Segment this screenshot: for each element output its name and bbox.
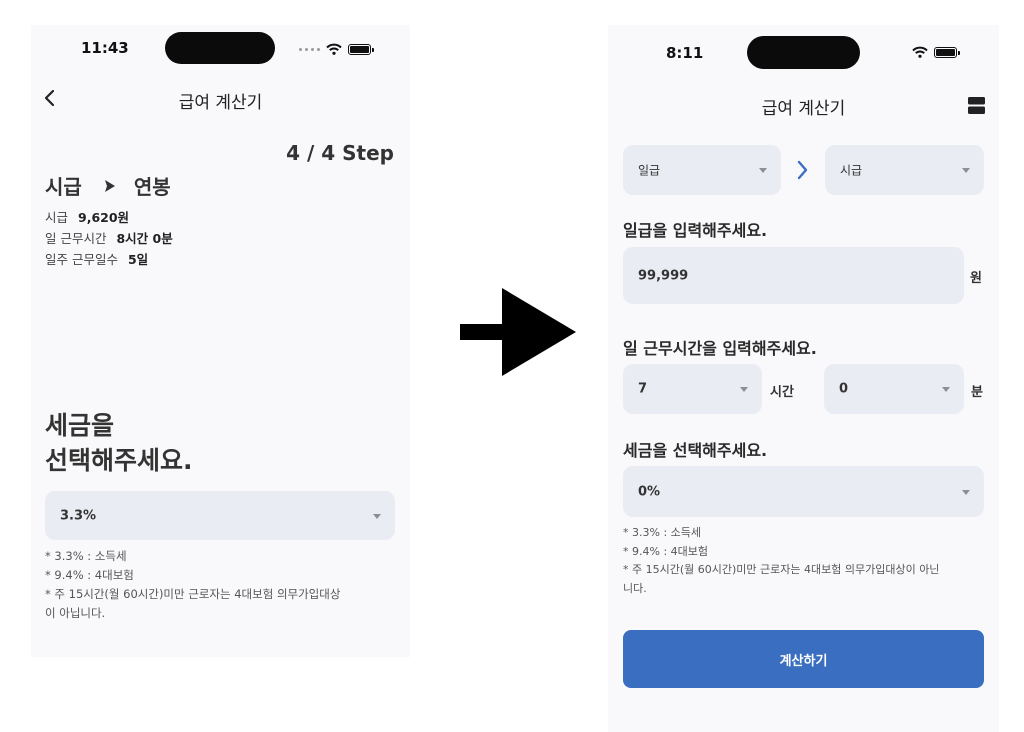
tax-heading: 세금을 선택해주세요.: [45, 408, 193, 478]
conversion-row: 시급 연봉: [45, 171, 171, 200]
note-line: 이 아닙니다.: [45, 606, 106, 620]
hours-unit: 시간: [770, 385, 794, 400]
tax-notes: * 3.3% : 소득세 * 9.4% : 4대보험 * 주 15시간(월 60…: [623, 524, 988, 598]
conversion-from: 시급: [45, 175, 82, 199]
minutes-select-value: 0: [839, 381, 849, 397]
step-indicator: 4 / 4 Step: [286, 141, 394, 165]
hours-select[interactable]: 7: [623, 364, 762, 414]
summary-label: 일 근무시간: [45, 231, 107, 246]
to-unit-value: 시급: [840, 163, 863, 178]
minutes-select[interactable]: 0: [824, 364, 964, 414]
caret-down-icon: [740, 387, 748, 392]
calculate-button[interactable]: 계산하기: [623, 630, 984, 688]
nav-title: 급여 계산기: [178, 93, 263, 113]
summary-row: 일주 근무일수 5일: [45, 249, 173, 270]
caret-down-icon: [942, 387, 950, 392]
tax-select[interactable]: 3.3%: [45, 491, 395, 540]
wage-unit: 원: [970, 271, 982, 286]
note-line: * 3.3% : 소득세: [623, 526, 702, 539]
wifi-icon: [326, 43, 342, 55]
battery-icon: [934, 46, 960, 58]
to-unit-select[interactable]: 시급: [825, 145, 984, 195]
tax-select[interactable]: 0%: [623, 466, 984, 517]
chevron-right-icon: [797, 160, 808, 180]
dynamic-island: [165, 32, 275, 64]
status-icons: [299, 43, 374, 55]
from-unit-value: 일급: [638, 163, 661, 178]
wage-input-value: 99,999: [638, 268, 689, 283]
hours-select-value: 7: [638, 381, 648, 397]
wage-input[interactable]: 99,999: [623, 247, 964, 304]
from-unit-select[interactable]: 일급: [623, 145, 781, 195]
wifi-icon: [912, 46, 928, 58]
status-time: 8:11: [666, 44, 704, 62]
note-line: * 3.3% : 소득세: [45, 549, 127, 563]
note-line: * 9.4% : 4대보험: [623, 544, 708, 558]
play-triangle-icon: [104, 179, 115, 192]
before-screen: 11:43 급여 계산기 4 / 4 Step 시급 연봉 시급 9,620원 …: [31, 25, 410, 657]
note-line: 니다.: [623, 581, 647, 595]
tax-prompt: 세금을 선택해주세요.: [623, 441, 768, 460]
signal-icon: [299, 47, 320, 51]
note-line: * 주 15시간(월 60시간)미만 근로자는 4대보험 의무가입대상: [45, 587, 341, 601]
tax-notes: * 3.3% : 소득세 * 9.4% : 4대보험 * 주 15시간(월 60…: [45, 547, 400, 623]
caret-down-icon: [373, 513, 381, 519]
after-screen: 8:11 급여 계산기 일급 시급 일급을 입력해주세요. 99,999 원 일…: [608, 25, 999, 732]
hours-prompt: 일 근무시간을 입력해주세요.: [623, 339, 817, 358]
battery-icon: [348, 43, 374, 55]
menu-icon[interactable]: [968, 97, 985, 114]
right-arrow-icon: [460, 288, 576, 376]
summary-value: 8시간 0분: [116, 231, 173, 246]
summary-row: 시급 9,620원: [45, 207, 173, 228]
wage-prompt: 일급을 입력해주세요.: [623, 221, 768, 240]
caret-down-icon: [962, 489, 970, 495]
caret-down-icon: [962, 168, 970, 173]
dynamic-island: [747, 36, 860, 69]
conversion-to: 연봉: [133, 175, 171, 199]
tax-heading-line: 선택해주세요.: [45, 446, 193, 475]
summary-value: 9,620원: [78, 210, 130, 225]
caret-down-icon: [759, 168, 767, 173]
summary-list: 시급 9,620원 일 근무시간 8시간 0분 일주 근무일수 5일: [45, 207, 173, 270]
tax-select-value: 0%: [638, 484, 661, 499]
minutes-unit: 분: [971, 385, 983, 400]
status-icons: [912, 46, 960, 58]
tax-heading-line: 세금을: [45, 411, 115, 440]
summary-row: 일 근무시간 8시간 0분: [45, 228, 173, 249]
summary-label: 시급: [45, 210, 69, 225]
tax-select-value: 3.3%: [60, 508, 97, 523]
note-line: * 주 15시간(월 60시간)미만 근로자는 4대보험 의무가입대상이 아닌: [623, 563, 940, 576]
nav-title: 급여 계산기: [761, 99, 846, 119]
status-time: 11:43: [81, 39, 129, 57]
summary-value: 5일: [127, 252, 149, 267]
summary-label: 일주 근무일수: [45, 252, 118, 267]
note-line: * 9.4% : 4대보험: [45, 568, 134, 582]
